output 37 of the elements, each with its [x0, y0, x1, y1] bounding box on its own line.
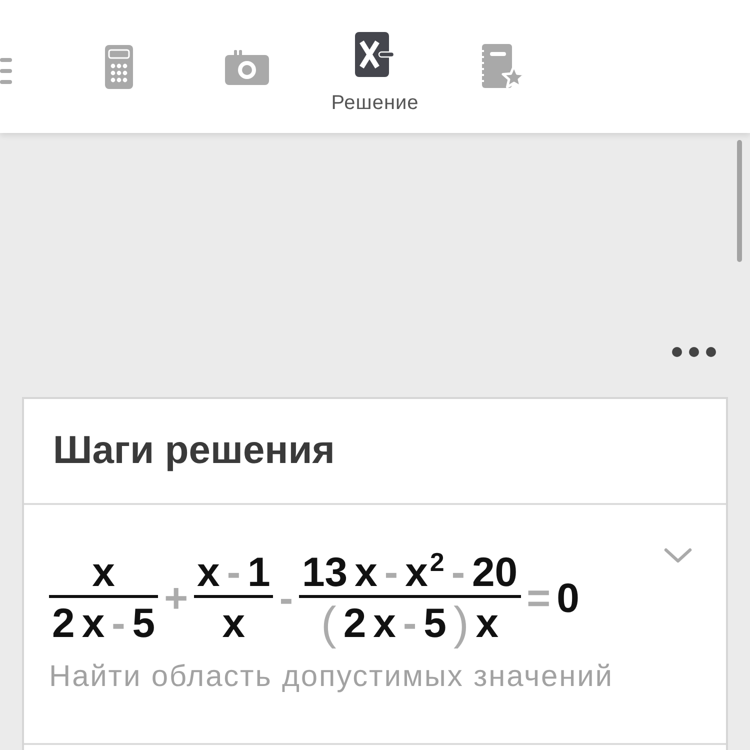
math-parenthesis: ( [321, 600, 336, 646]
math-term: x [222, 600, 246, 646]
card-title: Шаги решения [53, 429, 335, 473]
math-operator: - [402, 600, 417, 646]
chevron-down-icon[interactable] [664, 548, 692, 564]
camera-icon [225, 48, 269, 84]
math-operator: = [526, 574, 551, 620]
math-term: 2 [343, 600, 366, 646]
more-icon[interactable] [672, 347, 716, 357]
math-term: 5 [132, 600, 156, 646]
math-term: 5 [424, 600, 446, 646]
math-term: 2 [52, 600, 75, 646]
math-operator: - [451, 549, 465, 595]
math-term: 20 [472, 549, 518, 595]
menu-icon[interactable] [0, 58, 12, 84]
math-term: x [354, 549, 378, 595]
math-term: x [373, 600, 396, 646]
tab[interactable]: Решение [311, 0, 439, 133]
math-term: 0 [556, 574, 580, 620]
math-parenthesis: ) [453, 600, 469, 646]
x-minus-icon [355, 32, 395, 77]
step-caption: Найти область допустимых значений [49, 660, 614, 694]
math-operator: - [384, 549, 398, 595]
math-term: x [476, 600, 499, 646]
math-term: x [92, 549, 115, 595]
scrollbar-thumb[interactable] [737, 140, 742, 262]
calculator-icon [105, 44, 133, 88]
math-operator: - [112, 600, 126, 646]
math-operator: + [164, 574, 188, 620]
math-term: 13 [302, 549, 348, 595]
math-term: 1 [248, 549, 270, 595]
math-term: x$^{2}$ [405, 549, 444, 595]
math-operator: - [226, 549, 241, 595]
notebook-star-icon [480, 44, 526, 90]
math-term: x [82, 600, 105, 646]
math-operator: - [279, 574, 293, 620]
math-term: x [197, 549, 220, 595]
